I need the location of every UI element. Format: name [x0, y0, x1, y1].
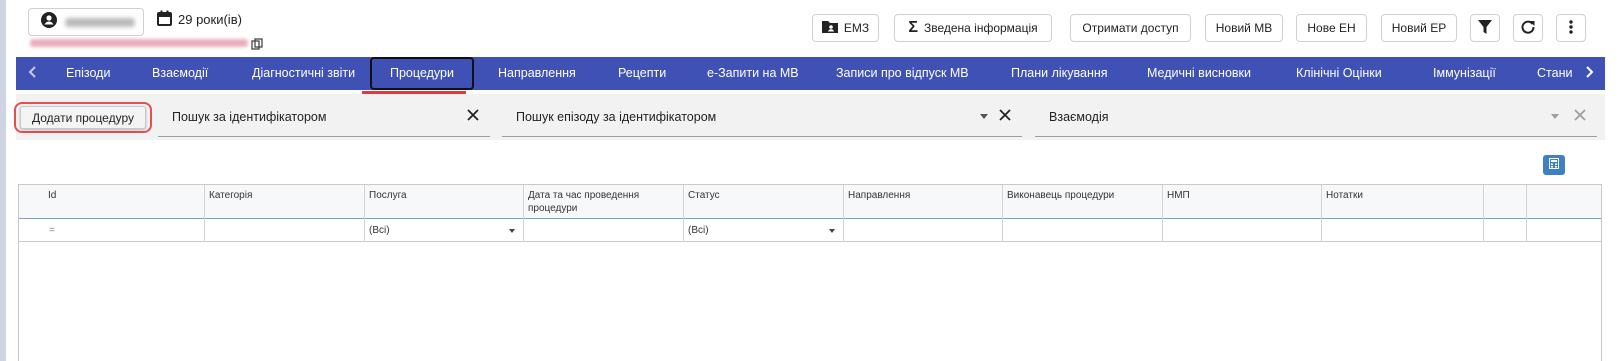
column-header-id[interactable]: Id — [19, 185, 205, 219]
column-header-service[interactable]: Послуга — [365, 185, 524, 219]
folder-person-icon — [821, 20, 838, 36]
tab-referrals[interactable]: Направлення — [498, 57, 576, 90]
emz-button[interactable]: ЕМЗ — [812, 14, 879, 42]
chevron-left-icon — [28, 65, 36, 83]
interaction-placeholder: Взаємодія — [1049, 109, 1109, 124]
search-id-placeholder: Пошук за ідентифікатором — [172, 109, 327, 124]
tab-prescriptions[interactable]: Рецепти — [618, 57, 666, 90]
datetime-filter-cell[interactable] — [524, 219, 684, 242]
nmp-filter-cell[interactable] — [1163, 219, 1322, 242]
tab-bar: Епізоди Взаємодії Діагностичні звіти Про… — [16, 57, 1605, 90]
column-header-nmp[interactable]: НМП — [1163, 185, 1322, 219]
patient-id-redacted — [30, 39, 248, 47]
interaction-select[interactable]: Взаємодія — [1035, 97, 1597, 137]
more-menu-button[interactable] — [1556, 14, 1586, 42]
filter-button[interactable] — [1470, 14, 1500, 42]
tab-care-plans[interactable]: Плани лікування — [1011, 57, 1108, 90]
status-filter-select[interactable]: (Всі) — [684, 219, 844, 242]
grid-filter-row: = (Всі) (Всі) — [19, 219, 1601, 242]
get-access-button[interactable]: Отримати доступ — [1070, 14, 1191, 42]
refresh-button[interactable] — [1513, 14, 1543, 42]
patient-chip[interactable] — [28, 8, 144, 36]
service-filter-value: (Всі) — [369, 225, 390, 236]
tab-procedures[interactable]: Процедури — [370, 57, 474, 90]
copy-icon[interactable] — [251, 37, 263, 55]
status-dropdown-icon — [829, 229, 835, 233]
column-header-notes[interactable]: Нотатки — [1322, 185, 1484, 219]
column-header-datetime[interactable]: Дата та час проведення процедури — [524, 185, 684, 219]
tab-episodes[interactable]: Епізоди — [66, 57, 110, 90]
status-filter-value: (Всі) — [688, 225, 709, 236]
tab-immunizations[interactable]: Іммунізації — [1433, 57, 1496, 90]
tab-diagnostic-reports[interactable]: Діагностичні звіти — [252, 57, 355, 90]
clear-interaction-icon[interactable] — [1573, 108, 1587, 125]
column-header-status[interactable]: Статус — [684, 185, 844, 219]
column-header-category[interactable]: Категорія — [205, 185, 365, 219]
column-header-performer[interactable]: Виконавець процедури — [1003, 185, 1163, 219]
calendar-icon — [157, 10, 172, 29]
tab-clinical-assessments[interactable]: Клінічні Оцінки — [1296, 57, 1382, 90]
sigma-icon: Σ — [908, 19, 918, 36]
filter-icon — [1478, 19, 1492, 37]
id-filter-operator[interactable]: = — [19, 219, 205, 242]
episode-dropdown-icon[interactable] — [980, 114, 988, 119]
add-procedure-button[interactable]: Додати процедуру — [20, 106, 146, 129]
table-icon — [1549, 156, 1559, 174]
tab-conditions[interactable]: Стани — [1537, 57, 1572, 90]
grid-header-row: Id Категорія Послуга Дата та час проведе… — [19, 185, 1601, 219]
column-header-referral[interactable]: Направлення — [844, 185, 1003, 219]
search-id-field[interactable]: Пошук за ідентифікатором — [158, 97, 490, 137]
performer-filter-cell[interactable] — [1003, 219, 1163, 242]
search-episode-field[interactable]: Пошук епізоду за ідентифікатором — [502, 97, 1022, 137]
chevron-right-icon — [1586, 65, 1594, 83]
patient-name-redacted — [65, 17, 135, 27]
tab-dispense-records[interactable]: Записи про відпуск МВ — [836, 57, 969, 90]
tab-interactions[interactable]: Взаємодії — [152, 57, 208, 90]
more-vert-icon — [1569, 19, 1573, 37]
summary-button[interactable]: Σ Зведена інформація — [894, 14, 1052, 42]
clear-episode-icon[interactable] — [998, 108, 1012, 125]
tab-medication-requests[interactable]: е-Запити на МВ — [707, 57, 799, 90]
category-filter-cell[interactable] — [205, 219, 365, 242]
refresh-icon — [1521, 20, 1535, 37]
service-filter-select[interactable]: (Всі) — [365, 219, 524, 242]
user-icon — [41, 11, 57, 33]
interaction-dropdown-icon[interactable] — [1551, 114, 1559, 119]
referral-filter-cell[interactable] — [844, 219, 1003, 242]
column-chooser-button[interactable] — [1543, 155, 1565, 175]
tab-medical-conclusions[interactable]: Медичні висновки — [1147, 57, 1251, 90]
notes-filter-cell[interactable] — [1322, 219, 1484, 242]
procedures-grid: Id Категорія Послуга Дата та час проведе… — [18, 184, 1602, 361]
search-episode-placeholder: Пошук епізоду за ідентифікатором — [516, 109, 717, 124]
actions-filter-cell — [1484, 219, 1527, 242]
new-mv-button[interactable]: Новий МВ — [1205, 14, 1283, 42]
patient-age-text: 29 роки(ів) — [178, 12, 242, 27]
patient-age: 29 роки(ів) — [157, 10, 242, 29]
clear-search-id-icon[interactable] — [466, 108, 480, 125]
column-header-actions — [1484, 185, 1527, 219]
service-dropdown-icon — [509, 229, 515, 233]
app-window: 29 роки(ів) ЕМЗ Σ Зведена інформація Отр… — [6, 0, 1619, 361]
new-eh-button[interactable]: Нове ЕН — [1296, 14, 1367, 42]
add-procedure-highlight: Додати процедуру — [14, 102, 152, 133]
tabs-scroll-right[interactable] — [1578, 57, 1602, 90]
tabs-scroll-left[interactable] — [20, 57, 44, 90]
new-ep-button[interactable]: Новий ЕР — [1381, 14, 1457, 42]
